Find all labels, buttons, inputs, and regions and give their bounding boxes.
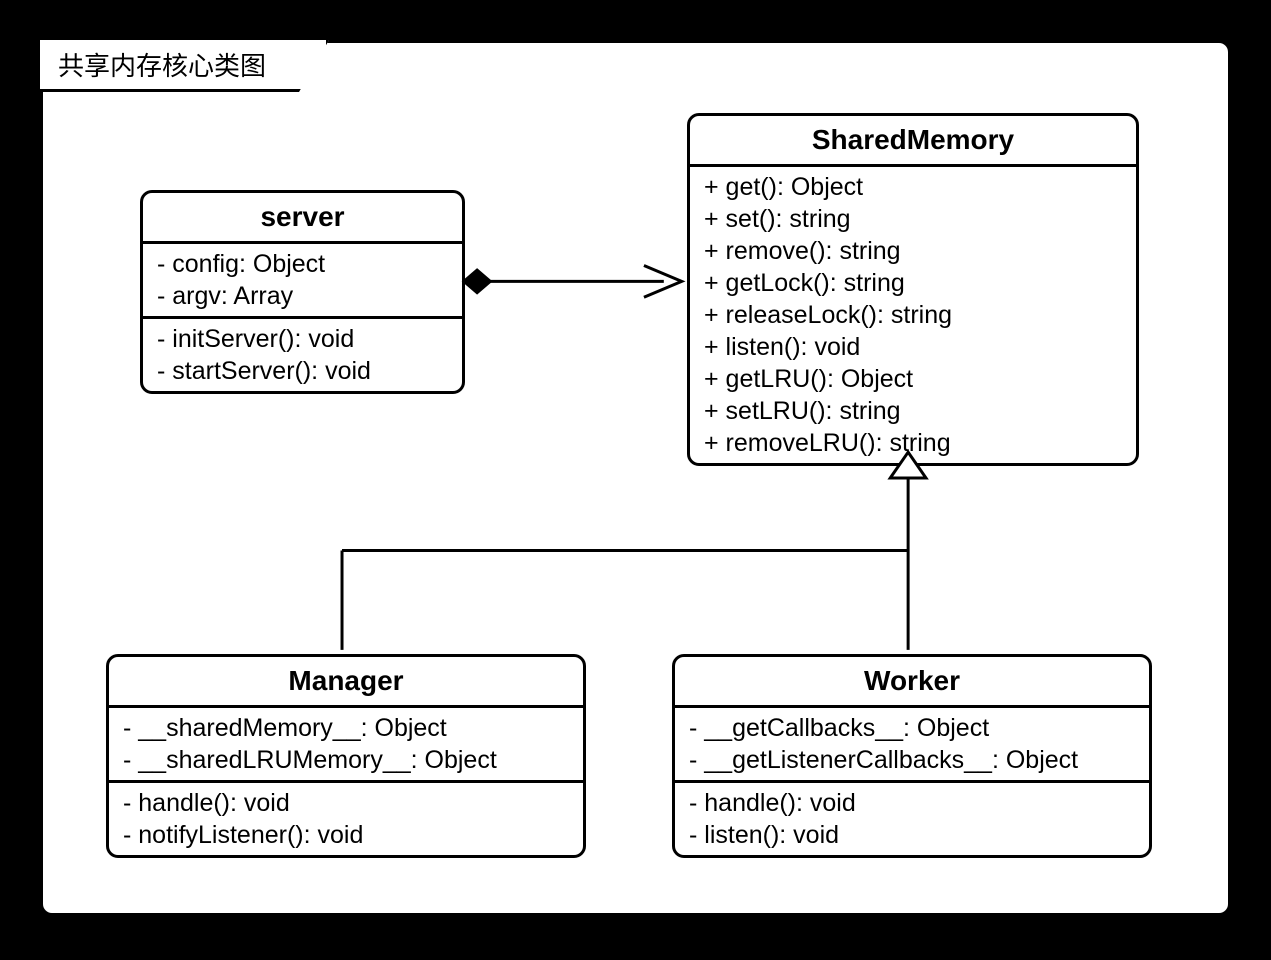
class-server-attributes: - config: Object - argv: Array [143,244,462,316]
method-row: - listen(): void [689,819,1135,851]
diagram-title: 共享内存核心类图 [40,40,329,92]
method-row: - notifyListener(): void [123,819,569,851]
method-row: + set(): string [704,203,1122,235]
method-row: - startServer(): void [157,355,448,387]
method-row: + releaseLock(): string [704,299,1122,331]
class-manager: Manager - __sharedMemory__: Object - __s… [106,654,586,858]
method-row: + remove(): string [704,235,1122,267]
method-row: + getLRU(): Object [704,363,1122,395]
diagram-frame: 共享内存核心类图 server - config: Object - argv:… [40,40,1231,916]
class-server-name: server [143,193,462,244]
class-sharedmemory-methods: + get(): Object + set(): string + remove… [690,167,1136,463]
method-row: + setLRU(): string [704,395,1122,427]
class-worker-name: Worker [675,657,1149,708]
attr-row: - argv: Array [157,280,448,312]
class-manager-attributes: - __sharedMemory__: Object - __sharedLRU… [109,708,583,780]
attr-row: - config: Object [157,248,448,280]
class-server-methods: - initServer(): void - startServer(): vo… [143,316,462,391]
class-server: server - config: Object - argv: Array - … [140,190,465,394]
method-row: + getLock(): string [704,267,1122,299]
class-manager-name: Manager [109,657,583,708]
attr-row: - __getCallbacks__: Object [689,712,1135,744]
composition-arrow-server-sharedmemory [463,265,681,297]
class-worker-attributes: - __getCallbacks__: Object - __getListen… [675,708,1149,780]
class-worker: Worker - __getCallbacks__: Object - __ge… [672,654,1152,858]
method-row: - handle(): void [123,787,569,819]
attr-row: - __sharedLRUMemory__: Object [123,744,569,776]
method-row: - initServer(): void [157,323,448,355]
method-row: + removeLRU(): string [704,427,1122,459]
method-row: + listen(): void [704,331,1122,363]
method-row: - handle(): void [689,787,1135,819]
class-worker-methods: - handle(): void - listen(): void [675,780,1149,855]
generalization-arrow-subclasses-sharedmemory [342,452,926,650]
method-row: + get(): Object [704,171,1122,203]
class-manager-methods: - handle(): void - notifyListener(): voi… [109,780,583,855]
class-sharedmemory: SharedMemory + get(): Object + set(): st… [687,113,1139,466]
class-sharedmemory-name: SharedMemory [690,116,1136,167]
attr-row: - __getListenerCallbacks__: Object [689,744,1135,776]
attr-row: - __sharedMemory__: Object [123,712,569,744]
